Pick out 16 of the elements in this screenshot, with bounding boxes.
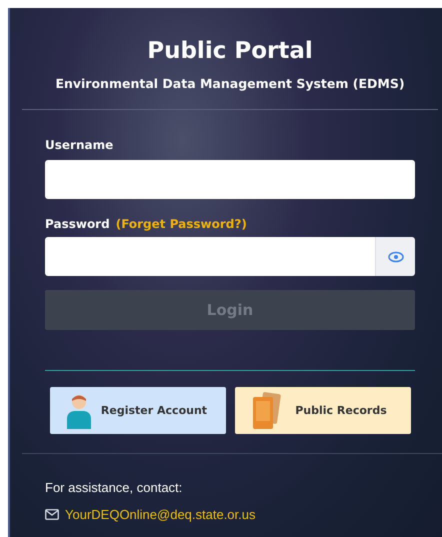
- password-label: Password: [45, 217, 110, 231]
- envelope-icon: [45, 509, 59, 520]
- documents-icon: [251, 392, 281, 430]
- portal-title: Public Portal: [147, 38, 313, 64]
- portal-subtitle: Environmental Data Management System (EDMS): [55, 76, 405, 91]
- register-account-button[interactable]: Register Account: [50, 387, 226, 434]
- assistance-text: For assistance, contact:: [45, 480, 184, 495]
- username-field[interactable]: [45, 160, 415, 199]
- eye-icon: [388, 250, 404, 262]
- username-label: Username: [45, 138, 114, 152]
- show-password-button[interactable]: [375, 237, 415, 276]
- forgot-password-link[interactable]: (Forget Password?): [116, 217, 247, 231]
- public-records-button[interactable]: Public Records: [235, 387, 411, 434]
- password-field[interactable]: [45, 237, 375, 276]
- person-icon: [66, 392, 92, 428]
- email-link[interactable]: YourDEQOnline@deq.state.or.us: [65, 507, 256, 522]
